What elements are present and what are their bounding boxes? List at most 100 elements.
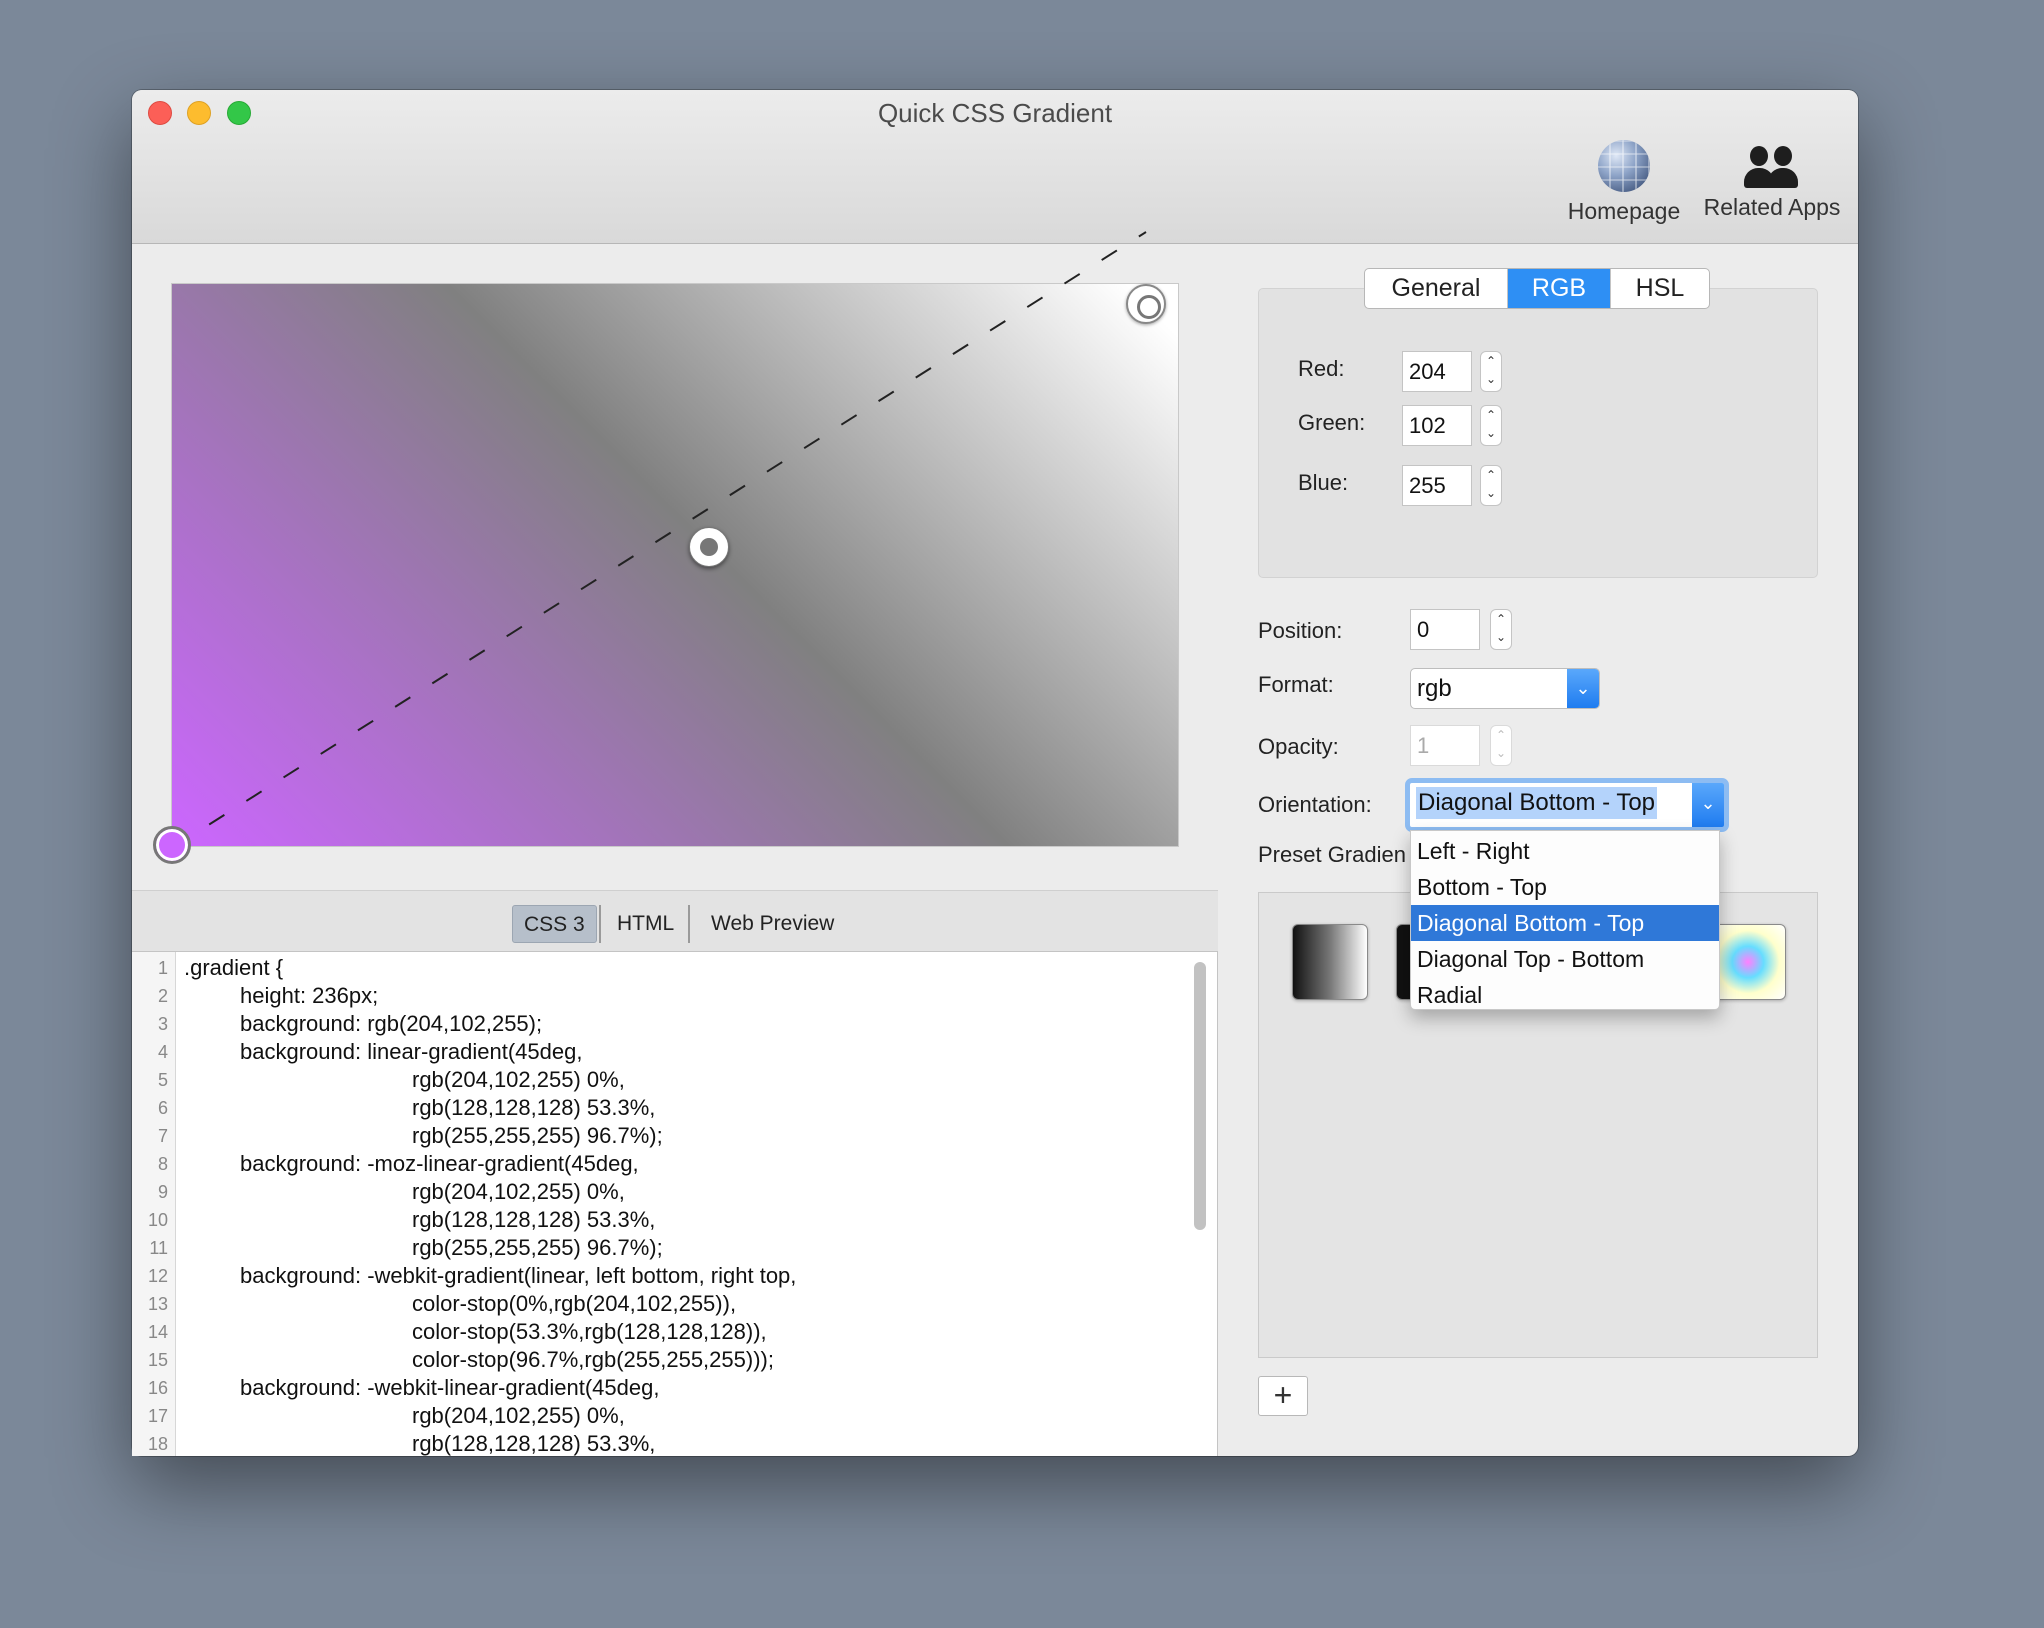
green-field[interactable]: 102 (1402, 405, 1472, 446)
code-line: 6 rgb(128,128,128) 53.3%, (132, 1094, 1212, 1122)
code-line: 17 rgb(204,102,255) 0%, (132, 1402, 1212, 1430)
gradient-preview[interactable] (172, 284, 1178, 846)
orientation-value: Diagonal Bottom - Top (1416, 787, 1658, 819)
red-label: Red: (1298, 356, 1345, 381)
related-apps-label: Related Apps (1703, 194, 1841, 220)
tab-web-preview[interactable]: Web Preview (700, 905, 845, 943)
code-scrollbar[interactable] (1194, 962, 1206, 1230)
chevron-down-icon: ⌄ (1692, 783, 1724, 827)
chevron-down-icon: ⌄ (1567, 669, 1599, 708)
code-line: 5 rgb(204,102,255) 0%, (132, 1066, 1212, 1094)
code-text: color-stop(96.7%,rgb(255,255,255))); (412, 1347, 774, 1372)
code-text: background: -webkit-linear-gradient(45de… (240, 1375, 660, 1400)
position-label: Position: (1258, 618, 1343, 643)
code-line: 11 rgb(255,255,255) 96.7%); (132, 1234, 1212, 1262)
code-line: 15 color-stop(96.7%,rgb(255,255,255))); (132, 1346, 1212, 1374)
code-text: rgb(204,102,255) 0%, (412, 1067, 625, 1092)
line-number: 3 (157, 1014, 168, 1034)
orientation-option[interactable]: Left - Right (1411, 833, 1719, 869)
orientation-option[interactable]: Diagonal Bottom - Top (1411, 905, 1719, 941)
color-stop-start-handle[interactable] (153, 826, 191, 864)
people-icon (1740, 140, 1804, 188)
line-number: 14 (147, 1322, 168, 1342)
code-text: height: 236px; (240, 983, 379, 1008)
code-line: 13 color-stop(0%,rgb(204,102,255)), (132, 1290, 1212, 1318)
opacity-label: Opacity: (1258, 734, 1339, 759)
green-label: Green: (1298, 410, 1366, 435)
code-text: rgb(255,255,255) 96.7%); (412, 1235, 663, 1260)
blue-label: Blue: (1298, 470, 1349, 495)
line-number: 10 (147, 1210, 168, 1230)
css-code-editor[interactable]: 1 .gradient { 2 height: 236px; 3 background: … (132, 952, 1218, 1456)
format-label: Format: (1258, 672, 1334, 697)
window-title: Quick CSS Gradient (877, 98, 1113, 128)
color-stop-end-handle[interactable] (1126, 284, 1166, 324)
orientation-option[interactable]: Diagonal Top - Bottom (1411, 941, 1719, 977)
code-text: .gradient { (184, 955, 284, 980)
tab-divider (599, 905, 601, 943)
tab-rgb[interactable]: RGB (1508, 269, 1610, 308)
related-apps-button[interactable]: Related Apps (1698, 140, 1846, 221)
color-stop-mid-handle[interactable] (689, 527, 729, 567)
line-number: 15 (147, 1350, 168, 1370)
tab-html[interactable]: HTML (606, 905, 685, 943)
code-line: 8 background: -moz-linear-gradient(45deg, (132, 1150, 1212, 1178)
orientation-label: Orientation: (1258, 792, 1372, 817)
code-text: color-stop(53.3%,rgb(128,128,128)), (412, 1319, 767, 1344)
red-stepper[interactable]: ⌃ ⌄ (1480, 351, 1502, 392)
orientation-option[interactable]: Radial (1411, 977, 1719, 1013)
green-stepper[interactable]: ⌃ ⌄ (1480, 405, 1502, 446)
opacity-stepper[interactable]: ⌃ ⌄ (1490, 725, 1512, 766)
code-text: rgb(128,128,128) 53.3%, (412, 1207, 656, 1232)
code-line: 9 rgb(204,102,255) 0%, (132, 1178, 1212, 1206)
code-text: color-stop(0%,rgb(204,102,255)), (412, 1291, 737, 1316)
format-value: rgb (1417, 675, 1452, 702)
preset-swatch[interactable] (1710, 924, 1786, 1000)
code-line: 1 .gradient { (132, 954, 1212, 982)
add-preset-button[interactable]: + (1258, 1376, 1308, 1416)
homepage-button[interactable]: Homepage (1564, 140, 1684, 225)
code-text: rgb(204,102,255) 0%, (412, 1403, 625, 1428)
tab-divider (688, 905, 690, 943)
line-number: 16 (147, 1378, 168, 1398)
blue-stepper[interactable]: ⌃ ⌄ (1480, 465, 1502, 506)
homepage-label: Homepage (1567, 198, 1681, 224)
title-bar: Quick CSS Gradient Homepage Related Apps (132, 90, 1858, 244)
tab-hsl[interactable]: HSL (1610, 269, 1709, 308)
position-field[interactable]: 0 (1410, 609, 1480, 650)
code-line: 7 rgb(255,255,255) 96.7%); (132, 1122, 1212, 1150)
code-text: background: -moz-linear-gradient(45deg, (240, 1151, 639, 1176)
line-number: 5 (157, 1070, 168, 1090)
line-number: 4 (157, 1042, 168, 1062)
code-text: rgb(255,255,255) 96.7%); (412, 1123, 663, 1148)
line-number: 8 (157, 1154, 168, 1174)
code-tabs-bar: CSS 3 HTML Web Preview (132, 890, 1218, 952)
opacity-field[interactable]: 1 (1410, 725, 1480, 766)
globe-icon (1598, 140, 1650, 192)
tab-general[interactable]: General (1365, 269, 1508, 308)
code-line: 14 color-stop(53.3%,rgb(128,128,128)), (132, 1318, 1212, 1346)
line-number: 6 (157, 1098, 168, 1118)
code-line: 10 rgb(128,128,128) 53.3%, (132, 1206, 1212, 1234)
red-field[interactable]: 204 (1402, 351, 1472, 392)
line-number: 17 (147, 1406, 168, 1426)
line-number: 11 (149, 1238, 168, 1258)
tab-css3[interactable]: CSS 3 (512, 905, 597, 943)
code-text: background: rgb(204,102,255); (240, 1011, 543, 1036)
line-number: 2 (157, 986, 168, 1006)
position-stepper[interactable]: ⌃ ⌄ (1490, 609, 1512, 650)
format-select[interactable]: rgb ⌄ (1410, 668, 1600, 709)
code-text: rgb(204,102,255) 0%, (412, 1179, 625, 1204)
line-number: 7 (157, 1126, 168, 1146)
preset-swatch[interactable] (1292, 924, 1368, 1000)
code-text: background: linear-gradient(45deg, (240, 1039, 583, 1064)
line-number: 12 (147, 1266, 168, 1286)
orientation-option[interactable]: Bottom - Top (1411, 869, 1719, 905)
line-number: 1 (157, 958, 168, 978)
orientation-dropdown-menu: Left - Right Bottom - Top Diagonal Bottom … (1410, 830, 1720, 1010)
orientation-select[interactable]: Diagonal Bottom - Top ⌄ (1405, 778, 1729, 832)
code-line: 3 background: rgb(204,102,255); (132, 1010, 1212, 1038)
code-line: 16 background: -webkit-linear-gradient(45… (132, 1374, 1212, 1402)
blue-field[interactable]: 255 (1402, 465, 1472, 506)
code-line: 12 background: -webkit-gradient(linear, l… (132, 1262, 1212, 1290)
